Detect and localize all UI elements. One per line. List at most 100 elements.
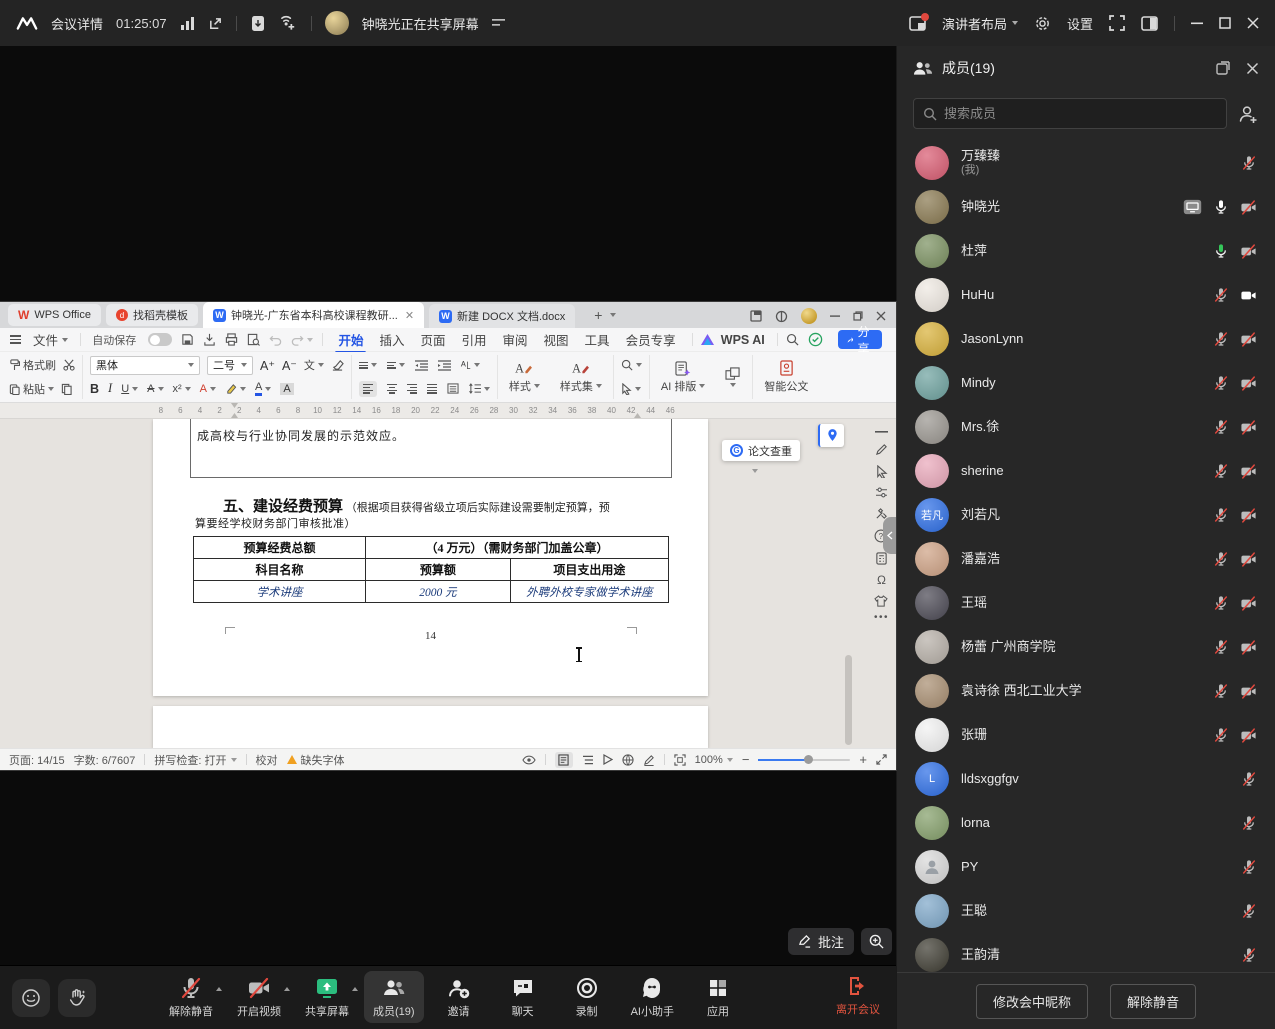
file-menu-icon[interactable] bbox=[10, 335, 21, 344]
member-row[interactable]: 张珊 bbox=[897, 713, 1275, 757]
mic-muted-icon[interactable] bbox=[1213, 639, 1229, 655]
wps-minimize-button[interactable] bbox=[830, 311, 840, 321]
adjust-tool-icon[interactable] bbox=[875, 487, 888, 498]
mic-muted-icon[interactable] bbox=[179, 976, 203, 1000]
page-view-icon[interactable] bbox=[555, 752, 573, 768]
zoom-slider[interactable] bbox=[758, 759, 850, 761]
fit-page-icon[interactable] bbox=[674, 754, 686, 766]
mic-muted-icon[interactable] bbox=[1213, 551, 1229, 567]
mic-muted-icon[interactable] bbox=[1213, 463, 1229, 479]
annotate-button[interactable]: 批注 bbox=[788, 928, 854, 955]
italic-button[interactable]: I bbox=[108, 381, 112, 396]
camera-off-icon[interactable] bbox=[1240, 683, 1257, 700]
expand-caret[interactable] bbox=[352, 987, 358, 991]
docs-icon[interactable] bbox=[250, 15, 266, 32]
text-effects-icon[interactable]: 文 bbox=[304, 357, 324, 373]
member-row[interactable]: Mindy bbox=[897, 361, 1275, 405]
wps-restore-button[interactable] bbox=[853, 311, 863, 321]
mic-muted-icon[interactable] bbox=[1241, 155, 1257, 171]
close-panel-icon[interactable] bbox=[1246, 62, 1259, 75]
tab-document-active[interactable]: W 钟晓光-广东省本科高校课程教研... ✕ bbox=[203, 302, 424, 328]
mic-muted-icon[interactable] bbox=[1213, 595, 1229, 611]
mic-muted-icon[interactable] bbox=[1241, 771, 1257, 787]
ruler[interactable]: 8642246810121416182022242628303234363840… bbox=[0, 403, 896, 419]
mic-muted-icon[interactable] bbox=[1241, 903, 1257, 919]
wps-close-button[interactable] bbox=[876, 311, 886, 321]
style-set-button[interactable]: A 样式集 bbox=[556, 361, 606, 394]
document-page-2[interactable] bbox=[153, 706, 708, 748]
open-external-icon[interactable] bbox=[208, 16, 223, 31]
ai-layout-button[interactable]: AI 排版 bbox=[657, 361, 709, 394]
mic-muted-icon[interactable] bbox=[1213, 331, 1229, 347]
wps-menu-6[interactable]: 视图 bbox=[537, 330, 576, 349]
select-tool-icon[interactable] bbox=[875, 465, 888, 478]
ink-icon[interactable] bbox=[643, 754, 655, 766]
file-menu[interactable]: 文件 bbox=[30, 330, 71, 349]
char-shading-button[interactable]: A bbox=[280, 383, 293, 395]
meeting-details-link[interactable]: 会议详情 bbox=[51, 14, 103, 33]
toolbar-members-button[interactable]: 成员(19) bbox=[364, 971, 424, 1023]
wps-menu-2[interactable]: 插入 bbox=[372, 330, 411, 349]
increase-indent-icon[interactable] bbox=[438, 360, 451, 371]
number-list-button[interactable] bbox=[387, 362, 405, 369]
styles-button[interactable]: A 样式 bbox=[505, 361, 544, 394]
camera-off-icon[interactable] bbox=[1240, 331, 1257, 348]
toolbar-invite-button[interactable]: 邀请 bbox=[430, 971, 488, 1023]
mic-muted-icon[interactable] bbox=[1241, 815, 1257, 831]
pin-location-button[interactable] bbox=[818, 424, 844, 447]
wps-menu-8[interactable]: 会员专享 bbox=[619, 330, 683, 349]
expand-caret[interactable] bbox=[284, 987, 290, 991]
cloud-sync-icon[interactable] bbox=[808, 332, 823, 347]
paper-check-button[interactable]: G 论文查重 bbox=[722, 440, 800, 461]
mic-muted-icon[interactable] bbox=[1241, 947, 1257, 963]
select-button[interactable] bbox=[621, 383, 641, 395]
camera-on-icon[interactable] bbox=[1240, 287, 1257, 304]
underline-button[interactable]: U bbox=[121, 383, 138, 395]
search-member-input[interactable] bbox=[944, 106, 1217, 121]
align-right-button[interactable] bbox=[407, 384, 417, 394]
panel-collapse-handle[interactable] bbox=[883, 517, 896, 554]
bold-button[interactable]: B bbox=[90, 382, 99, 396]
align-left-button[interactable] bbox=[359, 381, 377, 397]
rename-button[interactable]: 修改会中昵称 bbox=[976, 984, 1088, 1019]
window-mode-icon[interactable] bbox=[750, 310, 762, 322]
fullscreen-view-icon[interactable] bbox=[876, 754, 887, 765]
wps-account-avatar[interactable] bbox=[801, 308, 817, 324]
wps-ai-logo-icon[interactable]: WPS AI bbox=[701, 333, 768, 347]
undo-icon[interactable] bbox=[269, 334, 282, 346]
side-panel-toggle-icon[interactable] bbox=[1141, 16, 1158, 31]
arrange-button[interactable] bbox=[721, 367, 745, 387]
wps-menu-7[interactable]: 工具 bbox=[578, 330, 617, 349]
camera-off-icon[interactable] bbox=[1240, 419, 1257, 436]
tab-docer-templates[interactable]: d 找稻壳模板 bbox=[106, 304, 198, 326]
member-row[interactable]: HuHu bbox=[897, 273, 1275, 317]
missing-font-warning[interactable]: 缺失字体 bbox=[287, 752, 345, 768]
wps-menu-1[interactable]: 开始 bbox=[331, 330, 370, 349]
toolbar-screen-share-button[interactable]: 共享屏幕 bbox=[296, 971, 358, 1023]
status-spellcheck[interactable]: 拼写检查: 打开 bbox=[154, 752, 236, 768]
symbol-omega-icon[interactable]: Ω bbox=[877, 574, 886, 586]
camera-off-icon[interactable] bbox=[1240, 639, 1257, 656]
member-row[interactable]: JasonLynn bbox=[897, 317, 1275, 361]
raise-hand-button[interactable] bbox=[58, 979, 96, 1017]
pen-tool-icon[interactable] bbox=[875, 443, 888, 456]
window-minimize-button[interactable] bbox=[1191, 17, 1203, 29]
outline-view-icon[interactable] bbox=[582, 755, 594, 765]
mic-muted-icon[interactable] bbox=[1213, 727, 1229, 743]
wps-menu-4[interactable]: 引用 bbox=[455, 330, 494, 349]
status-proofread[interactable]: 校对 bbox=[256, 752, 278, 768]
expand-caret[interactable] bbox=[216, 987, 222, 991]
toolbar-record-button[interactable]: 录制 bbox=[558, 971, 616, 1023]
member-row[interactable]: 若凡 刘若凡 bbox=[897, 493, 1275, 537]
magnify-button[interactable] bbox=[861, 928, 892, 955]
doc-scrollbar-thumb[interactable] bbox=[845, 655, 852, 745]
more-icon[interactable]: ••• bbox=[874, 616, 889, 620]
tab-close-icon[interactable]: ✕ bbox=[405, 309, 414, 322]
camera-off-icon[interactable] bbox=[1240, 375, 1257, 392]
toolbar-apps-button[interactable]: 应用 bbox=[689, 971, 747, 1023]
status-words[interactable]: 字数: 6/7607 bbox=[74, 752, 136, 768]
member-row[interactable]: 钟晓光 bbox=[897, 185, 1275, 229]
skin-icon[interactable] bbox=[874, 595, 888, 607]
sharing-list-icon[interactable] bbox=[492, 18, 505, 28]
cut-icon[interactable] bbox=[63, 359, 75, 371]
